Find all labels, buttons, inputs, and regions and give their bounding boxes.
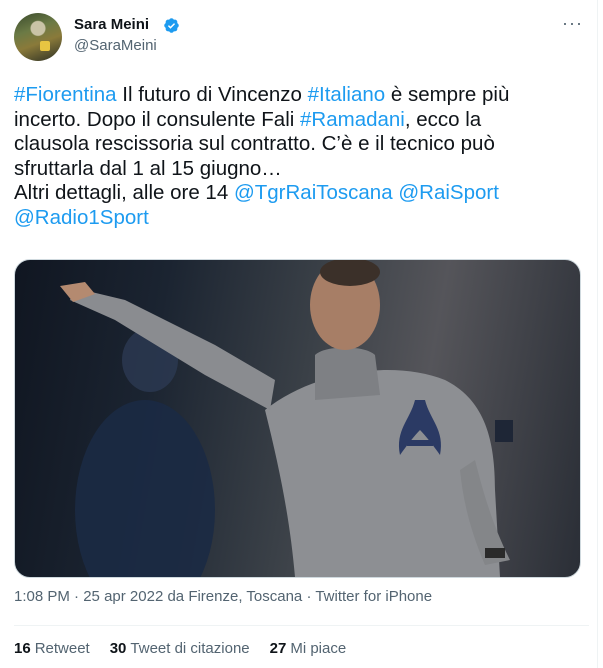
tweet-text-segment: Il futuro di Vincenzo: [116, 83, 308, 106]
likes-stat[interactable]: 27 Mi piace: [270, 639, 347, 659]
tweet-text: #Fiorentina Il futuro di Vincenzo #Itali…: [14, 83, 589, 230]
tweet-text-segment: , ecco la: [404, 107, 482, 131]
tweet-time[interactable]: 1:08 PM: [14, 588, 70, 605]
author-name[interactable]: Sara Meini: [74, 15, 149, 35]
tweet-line-2: incerto. Dopo il consulente Fali #Ramada…: [14, 108, 589, 133]
hashtag-italiano[interactable]: #Italiano: [308, 83, 386, 106]
tweet-photo[interactable]: [14, 259, 581, 578]
divider: [14, 625, 589, 626]
tweet-location[interactable]: da Firenze, Toscana: [163, 588, 302, 605]
mention-raisport[interactable]: @RaiSport: [398, 181, 499, 204]
meta-separator: ·: [302, 588, 316, 605]
author-handle[interactable]: @SaraMeini: [74, 36, 157, 56]
mention-tgrraitoscana[interactable]: @TgrRaiToscana: [234, 181, 393, 204]
more-options-icon[interactable]: ···: [562, 14, 583, 32]
tweet-text-segment: incerto. Dopo il consulente Fali: [14, 107, 301, 131]
tweet-card: Sara Meini @SaraMeini ··· #Fiorentina Il…: [0, 0, 598, 668]
quotes-stat[interactable]: 30 Tweet di citazione: [110, 639, 250, 659]
tweet-text-segment: è sempre più: [385, 83, 510, 106]
author-avatar[interactable]: [14, 13, 62, 61]
hashtag-fiorentina[interactable]: #Fiorentina: [14, 83, 117, 106]
tweet-line-4: sfruttarla dal 1 al 15 giugno…: [14, 156, 282, 180]
photo-coach-pointing-icon: [60, 260, 513, 577]
hashtag-ramadani[interactable]: #Ramadani: [300, 108, 405, 131]
likes-label: Mi piace: [290, 640, 347, 657]
tweet-source[interactable]: Twitter for iPhone: [315, 588, 432, 605]
tweet-text-segment: Altri dettagli, alle ore 14: [14, 181, 234, 204]
meta-separator: ·: [69, 588, 84, 605]
tweet-line-3: clausola rescissoria sul contratto. C’è …: [14, 132, 495, 155]
mention-radio1sport[interactable]: @Radio1Sport: [14, 206, 149, 229]
quotes-label: Tweet di citazione: [130, 640, 250, 657]
avatar-detail: [40, 41, 50, 51]
retweets-label: Retweet: [34, 640, 90, 657]
tweet-line-5: Altri dettagli, alle ore 14 @TgrRaiTosca…: [14, 181, 589, 206]
tweet-metadata: 1:08 PM · 25 apr 2022 da Firenze, Toscan…: [14, 587, 432, 607]
tweet-date[interactable]: 25 apr 2022: [83, 588, 163, 605]
tweet-line-6: @Radio1Sport: [14, 206, 589, 231]
quotes-count: 30: [109, 640, 127, 657]
tweet-line-1: #Fiorentina Il futuro di Vincenzo #Itali…: [14, 83, 589, 108]
retweets-stat[interactable]: 16 Retweet: [14, 639, 90, 659]
retweets-count: 16: [14, 640, 31, 657]
tweet-stats: 16 Retweet 30 Tweet di citazione 27 Mi piac…: [14, 639, 366, 659]
verified-badge-icon: [164, 18, 179, 33]
likes-count: 27: [269, 640, 287, 657]
